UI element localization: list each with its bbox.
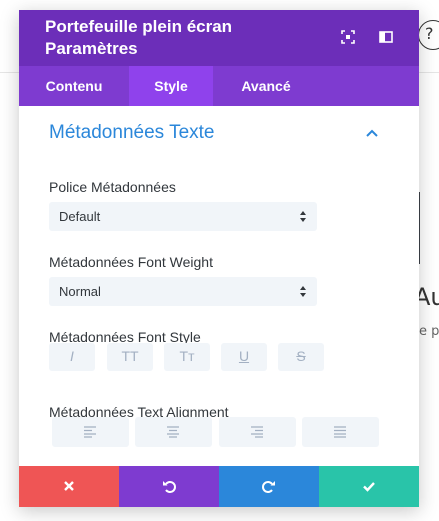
align-justify-button[interactable] (302, 417, 379, 447)
font-label: Police Métadonnées (49, 179, 176, 195)
underline-button[interactable]: U (221, 343, 267, 371)
uppercase-glyph: TT (121, 348, 139, 364)
settings-modal: Portefeuille plein écran Paramètres Cont… (19, 10, 419, 507)
undo-icon (163, 481, 176, 493)
sidebar-icon[interactable] (379, 30, 393, 44)
tab-style[interactable]: Style (129, 66, 213, 106)
cancel-button[interactable] (19, 466, 119, 507)
select-arrows-icon (300, 211, 306, 222)
help-glyph: ? (425, 24, 434, 43)
close-icon (64, 481, 74, 491)
capitalize-glyph: Tт (179, 348, 195, 364)
align-center-button[interactable] (135, 417, 212, 447)
italic-button[interactable]: I (49, 343, 95, 371)
font-select[interactable]: Default (49, 202, 317, 231)
check-icon (363, 482, 375, 492)
modal-title: Portefeuille plein écran Paramètres (45, 17, 233, 58)
font-select-value: Default (59, 209, 101, 224)
underline-glyph: U (238, 348, 250, 364)
modal-tabs: Contenu Style Avancé (19, 66, 419, 106)
modal-body: Métadonnées Texte Police Métadonnées Def… (19, 106, 419, 466)
align-left-button[interactable] (52, 417, 129, 447)
modal-header: Portefeuille plein écran Paramètres (19, 10, 419, 66)
align-center-icon (167, 426, 179, 438)
tab-contenu[interactable]: Contenu (19, 66, 129, 106)
page-text-fragment: e pa (419, 324, 439, 339)
strikethrough-glyph: S (296, 348, 306, 364)
strikethrough-button[interactable]: S (278, 343, 324, 371)
select-arrows-icon (300, 286, 306, 297)
align-left-icon (84, 426, 96, 438)
undo-button[interactable] (119, 466, 219, 507)
section-title[interactable]: Métadonnées Texte (49, 122, 215, 144)
modal-footer (19, 466, 419, 507)
redo-button[interactable] (219, 466, 319, 507)
align-justify-icon (334, 426, 346, 438)
capitalize-button[interactable]: Tт (164, 343, 210, 371)
save-button[interactable] (319, 466, 419, 507)
uppercase-button[interactable]: TT (107, 343, 153, 371)
weight-select-value: Normal (59, 284, 101, 299)
chevron-up-icon[interactable] (365, 128, 379, 138)
align-right-icon (251, 426, 263, 438)
align-right-button[interactable] (219, 417, 296, 447)
help-button[interactable]: ? (418, 20, 439, 50)
fullscreen-icon[interactable] (341, 30, 355, 44)
weight-label: Métadonnées Font Weight (49, 254, 213, 270)
tab-avance[interactable]: Avancé (213, 66, 319, 106)
redo-icon (262, 481, 275, 493)
italic-glyph: I (70, 348, 74, 364)
weight-select[interactable]: Normal (49, 277, 317, 306)
